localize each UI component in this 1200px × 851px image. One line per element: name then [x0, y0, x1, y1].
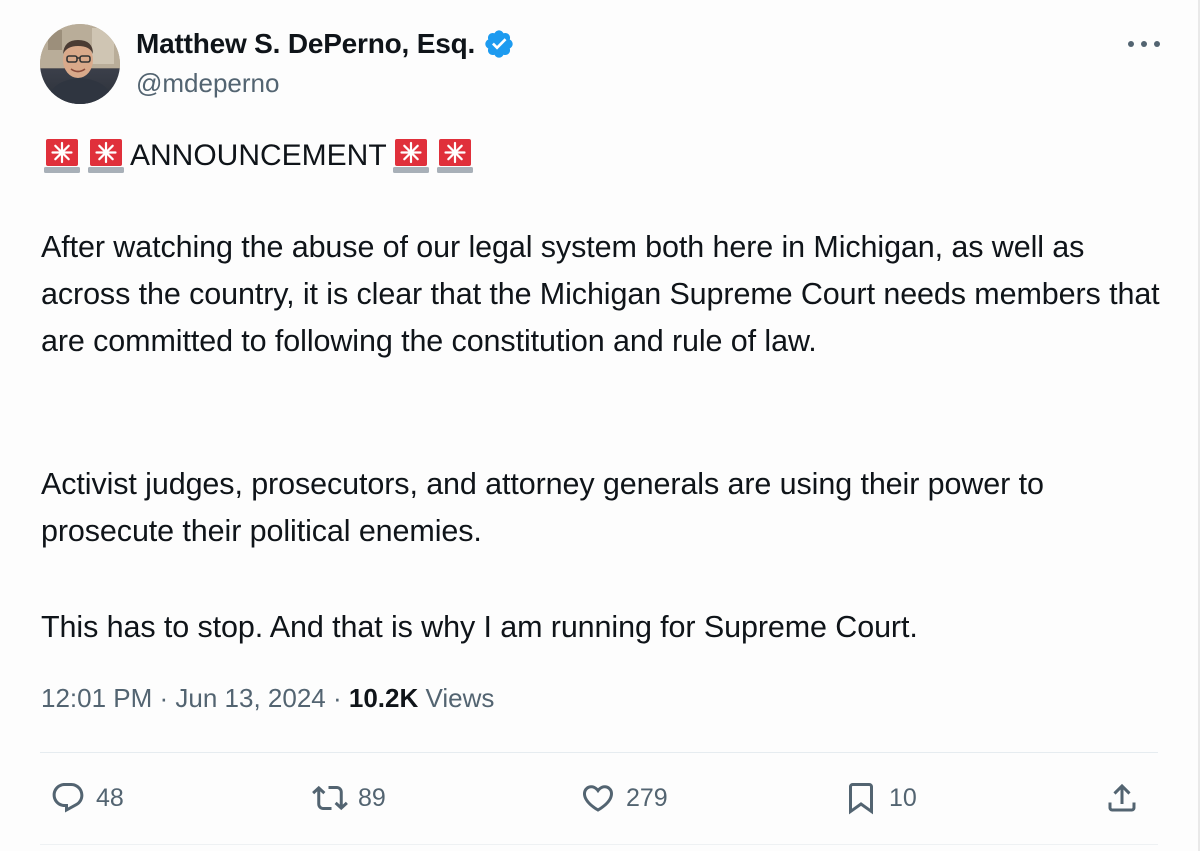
heart-icon [582, 785, 614, 812]
divider [40, 752, 1158, 753]
share-button[interactable] [1104, 780, 1140, 816]
share-icon [1108, 783, 1136, 812]
repost-count: 89 [358, 783, 386, 812]
police-light-icon [44, 139, 80, 173]
like-count: 279 [626, 783, 668, 812]
repost-icon [312, 785, 348, 811]
bookmark-icon [849, 783, 873, 815]
police-light-icon [392, 139, 429, 173]
bookmark-count: 10 [889, 783, 917, 812]
tweet-meta: 12:01 PM · Jun 13, 2024 · 10.2K Views [41, 683, 494, 714]
tweet-paragraph: This has to stop. And that is why I am r… [41, 610, 918, 644]
announcement-text: ANNOUNCEMENT [130, 139, 387, 172]
author-handle[interactable]: @mdeperno [136, 68, 279, 99]
views-label: Views [418, 683, 495, 713]
announcement-line: ANNOUNCEMENT [42, 134, 479, 178]
display-name[interactable]: Matthew S. DePerno, Esq. [136, 28, 475, 60]
tweet-paragraph: After watching the abuse of our legal sy… [41, 230, 1160, 358]
bookmark-button[interactable]: 10 [843, 780, 917, 816]
police-light-icon [436, 139, 473, 173]
tweet-date[interactable]: Jun 13, 2024 [175, 683, 325, 714]
more-options-icon[interactable] [1124, 30, 1164, 58]
reply-count: 48 [96, 783, 124, 812]
divider [40, 844, 1158, 845]
repost-button[interactable]: 89 [312, 780, 386, 816]
meta-separator: · [325, 683, 349, 713]
verified-badge-icon [485, 30, 513, 58]
tweet-card: Matthew S. DePerno, Esq. @mdeperno ANNOU… [0, 0, 1200, 851]
avatar[interactable] [40, 24, 120, 104]
police-light-icon [88, 139, 124, 173]
meta-separator: · [152, 683, 176, 713]
reply-button[interactable]: 48 [50, 780, 124, 816]
reply-icon [52, 783, 84, 813]
views-count: 10.2K [348, 683, 419, 713]
author-name-row: Matthew S. DePerno, Esq. [136, 28, 515, 60]
tweet-paragraph: Activist judges, prosecutors, and attorn… [41, 467, 1044, 548]
like-button[interactable]: 279 [580, 780, 668, 816]
tweet-time[interactable]: 12:01 PM [41, 683, 152, 714]
